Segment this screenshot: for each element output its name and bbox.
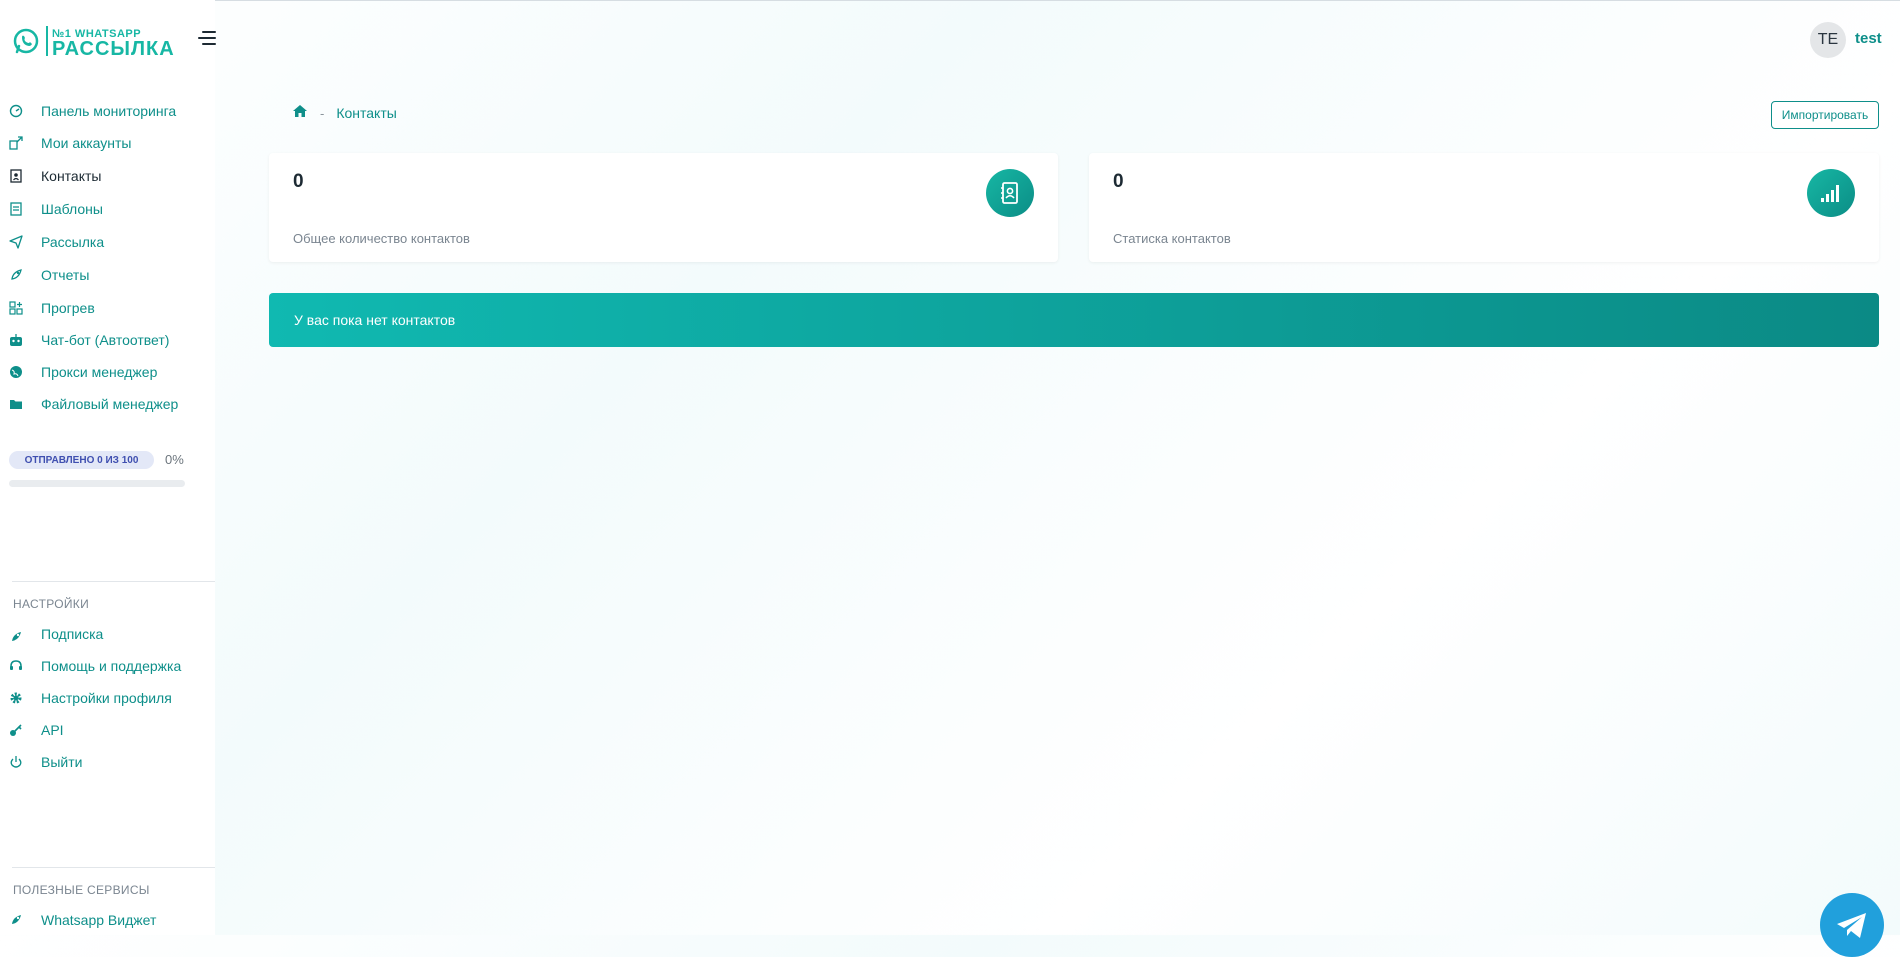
- sidebar-item-label: Прокси менеджер: [41, 364, 158, 380]
- divider: [12, 867, 215, 868]
- sent-percent: 0%: [165, 452, 184, 467]
- breadcrumb-separator: -: [320, 105, 325, 121]
- whatsapp-logo-icon: [13, 28, 39, 54]
- sent-counter-badge: ОТПРАВЛЕНО 0 ИЗ 100: [9, 451, 154, 469]
- send-icon: [8, 234, 24, 250]
- sidebar-item-warmup[interactable]: Прогрев: [0, 294, 215, 322]
- logo[interactable]: №1 WHATSAPP РАССЫЛКА: [12, 24, 174, 60]
- telegram-button[interactable]: [1820, 893, 1884, 957]
- divider: [12, 581, 215, 582]
- sidebar-item-label: Настройки профиля: [41, 690, 172, 706]
- home-icon[interactable]: [292, 104, 308, 123]
- contact-book-icon: [8, 168, 24, 184]
- settings-section-title: НАСТРОЙКИ: [13, 597, 90, 611]
- rocket-icon: [8, 912, 24, 928]
- gauge-icon: [8, 103, 24, 119]
- total-contacts-value: 0: [293, 171, 304, 192]
- sidebar-item-logout[interactable]: Выйти: [0, 748, 215, 776]
- sidebar-item-label: Отчеты: [41, 267, 90, 283]
- accounts-icon: [8, 135, 24, 151]
- sidebar-item-chatbot[interactable]: Чат-бот (Автоответ): [0, 326, 215, 354]
- sidebar-item-proxy[interactable]: Прокси менеджер: [0, 358, 215, 386]
- user-name[interactable]: test: [1855, 30, 1882, 47]
- contacts-stats-value: 0: [1113, 171, 1124, 192]
- logo-title: РАССЫЛКА: [52, 38, 175, 60]
- breadcrumb-current: Контакты: [336, 105, 397, 121]
- sidebar-item-label: Контакты: [41, 168, 102, 184]
- folder-icon: [8, 396, 24, 412]
- total-contacts-card: 0 Общее количество контактов: [269, 153, 1058, 262]
- grid-plus-icon: [8, 300, 24, 316]
- contact-book-icon: [986, 169, 1034, 217]
- top-border: [0, 0, 1900, 1]
- sidebar-item-api[interactable]: API: [0, 716, 215, 744]
- sidebar-item-label: Чат-бот (Автоответ): [41, 332, 170, 348]
- sidebar-item-whatsapp-widget[interactable]: Whatsapp Виджет: [0, 906, 215, 934]
- sidebar-item-label: Whatsapp Виджет: [41, 912, 157, 928]
- rocket-icon: [8, 629, 24, 645]
- sidebar-item-dashboard[interactable]: Панель мониторинга: [0, 97, 215, 125]
- telegram-icon: [1837, 913, 1866, 938]
- sidebar-item-label: Шаблоны: [41, 201, 103, 217]
- contacts-stats-label: Статиска контактов: [1113, 231, 1231, 246]
- sidebar-item-label: Панель мониторинга: [41, 103, 177, 119]
- sidebar-item-label: Рассылка: [41, 234, 105, 250]
- sidebar-item-files[interactable]: Файловый менеджер: [0, 390, 215, 418]
- sidebar-item-profile-settings[interactable]: Настройки профиля: [0, 684, 215, 712]
- sidebar-item-reports[interactable]: Отчеты: [0, 261, 215, 289]
- signal-bars-icon: [1807, 169, 1855, 217]
- sidebar-item-label: Мои аккаунты: [41, 135, 132, 151]
- sidebar-item-templates[interactable]: Шаблоны: [0, 195, 215, 223]
- logo-divider: [46, 26, 48, 56]
- avatar[interactable]: TE: [1810, 22, 1846, 58]
- template-icon: [8, 201, 24, 217]
- sidebar-item-label: Помощь и поддержка: [41, 658, 182, 674]
- breadcrumb: - Контакты: [292, 103, 397, 123]
- sidebar-item-contacts[interactable]: Контакты: [0, 162, 215, 190]
- contacts-stats-card: 0 Статиска контактов: [1089, 153, 1879, 262]
- robot-icon: [8, 332, 24, 348]
- power-icon: [8, 754, 24, 770]
- services-section-title: ПОЛЕЗНЫЕ СЕРВИСЫ: [13, 883, 150, 897]
- sent-progress-bar: [9, 480, 185, 487]
- total-contacts-label: Общее количество контактов: [293, 231, 470, 246]
- gear-icon: [8, 690, 24, 706]
- globe-icon: [8, 364, 24, 380]
- sidebar-item-mailing[interactable]: Рассылка: [0, 228, 215, 256]
- empty-contacts-alert: У вас пока нет контактов: [269, 293, 1879, 347]
- rocket-icon: [8, 267, 24, 283]
- sidebar: №1 WHATSAPP РАССЫЛКА Панель мониторинга …: [0, 0, 218, 935]
- sidebar-item-label: Выйти: [41, 754, 83, 770]
- sidebar-item-label: Подписка: [41, 626, 104, 642]
- sidebar-item-label: Файловый менеджер: [41, 396, 179, 412]
- key-icon: [8, 722, 24, 738]
- sidebar-item-support[interactable]: Помощь и поддержка: [0, 652, 215, 680]
- menu-toggle-icon[interactable]: [196, 31, 218, 49]
- sidebar-item-label: API: [41, 722, 64, 738]
- sidebar-item-accounts[interactable]: Мои аккаунты: [0, 129, 215, 157]
- import-button[interactable]: Импортировать: [1771, 101, 1879, 129]
- sidebar-item-subscription[interactable]: Подписка: [0, 620, 215, 648]
- headset-icon: [8, 658, 24, 674]
- sidebar-item-label: Прогрев: [41, 300, 95, 316]
